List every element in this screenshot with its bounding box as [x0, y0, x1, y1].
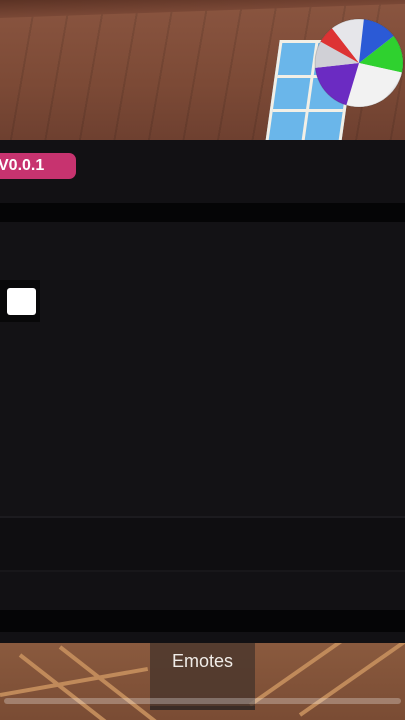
content-area [0, 222, 405, 516]
panel-header-bar [0, 203, 405, 222]
home-indicator-bar[interactable] [4, 698, 401, 704]
version-badge: V0.0.1 [0, 153, 76, 179]
emotes-tab-indicator [150, 706, 255, 710]
panel-row [0, 572, 405, 610]
panel-row [0, 632, 405, 643]
panel-footer-bar [0, 610, 405, 632]
beach-ball-icon[interactable] [314, 18, 404, 108]
ceiling-beam [0, 0, 405, 19]
panel-row [0, 518, 405, 570]
toggle-button[interactable] [7, 288, 36, 315]
